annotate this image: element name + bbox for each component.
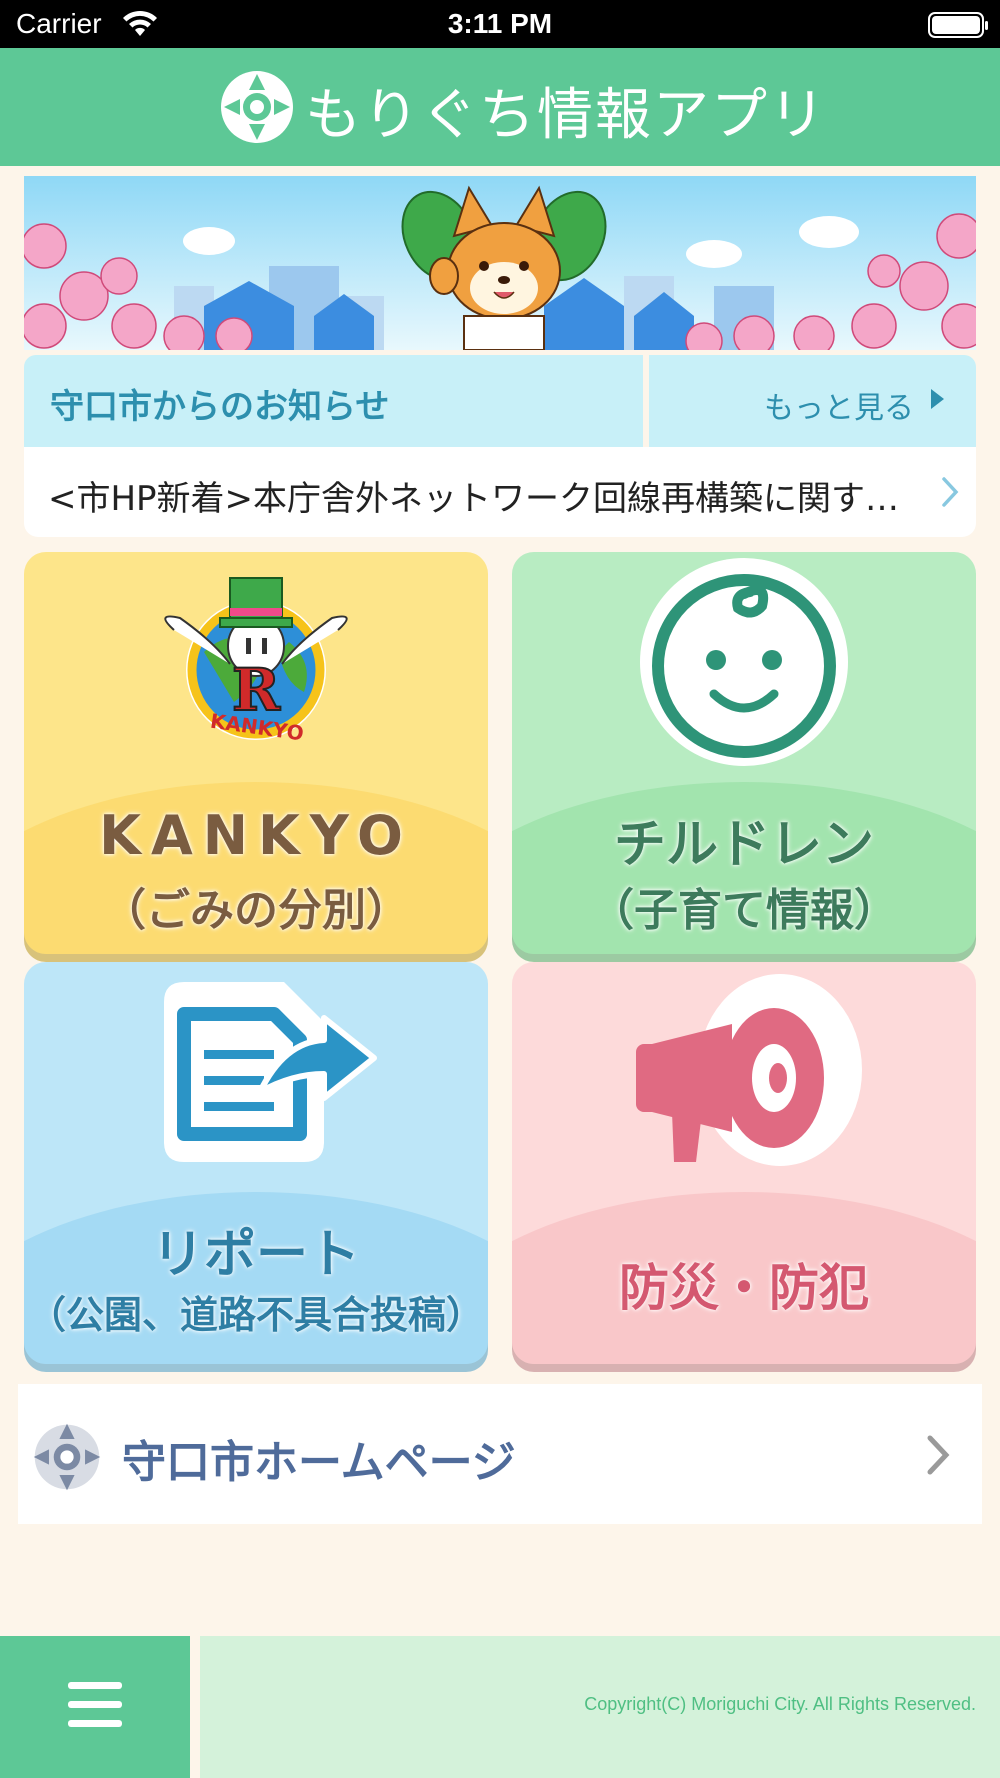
moriguchi-city-logo-icon xyxy=(33,1423,101,1491)
report-tile-button[interactable]: リポート （公園、道路不具合投稿） xyxy=(24,962,488,1364)
notice-item-text: <市HP新着>本庁舎外ネットワーク回線再構築に関す… xyxy=(48,479,900,519)
notice-header: 守口市からのお知らせ もっと見る xyxy=(24,355,976,447)
bousai-tile-title: 防災・防犯 xyxy=(619,1259,869,1317)
mascot-banner[interactable] xyxy=(24,176,976,350)
kankyo-tile-subtitle: （ごみの分別） xyxy=(102,885,410,936)
notice-more-button[interactable]: もっと見る xyxy=(649,355,976,447)
report-tile-subtitle: （公園、道路不具合投稿） xyxy=(27,1293,484,1337)
app-header: もりぐち情報アプリ xyxy=(0,48,1000,166)
children-tile-title: チルドレン xyxy=(613,815,874,875)
copyright-text: Copyright(C) Moriguchi City. All Rights … xyxy=(584,1694,976,1714)
notice-title-box: 守口市からのお知らせ xyxy=(24,355,643,447)
battery-icon xyxy=(928,12,988,38)
city-homepage-link[interactable]: 守口市ホームページ xyxy=(18,1384,982,1524)
app-title: もりぐち情報アプリ xyxy=(305,83,827,148)
footer-bar: Copyright(C) Moriguchi City. All Rights … xyxy=(200,1636,1000,1778)
moriguchi-city-logo-icon xyxy=(221,71,293,143)
banner-illustration xyxy=(24,176,976,350)
chevron-right-icon xyxy=(942,477,959,507)
notice-more-label: もっと見る xyxy=(764,391,914,426)
children-tile-subtitle: （子育て情報） xyxy=(590,885,898,936)
triangle-right-icon xyxy=(931,389,944,409)
bousai-tile-button[interactable]: 防災・防犯 xyxy=(512,962,976,1364)
hamburger-icon xyxy=(68,1682,122,1728)
report-tile-title: リポート xyxy=(151,1225,360,1285)
kankyo-tile-title: KANKYO xyxy=(99,804,413,867)
kankyo-tile-button[interactable]: R KANKYO KANKYO （ごみの分別） xyxy=(24,552,488,954)
clock: 3:11 PM xyxy=(447,8,553,39)
notice-list-item[interactable]: <市HP新着>本庁舎外ネットワーク回線再構築に関す… xyxy=(24,447,976,537)
status-bar: Carrier 3:11 PM xyxy=(0,0,1000,48)
chevron-right-icon xyxy=(927,1435,950,1475)
homepage-label: 守口市ホームページ xyxy=(122,1437,516,1488)
menu-button[interactable] xyxy=(0,1636,190,1778)
children-tile-button[interactable]: チルドレン （子育て情報） xyxy=(512,552,976,954)
notice-title: 守口市からのお知らせ xyxy=(50,387,390,427)
